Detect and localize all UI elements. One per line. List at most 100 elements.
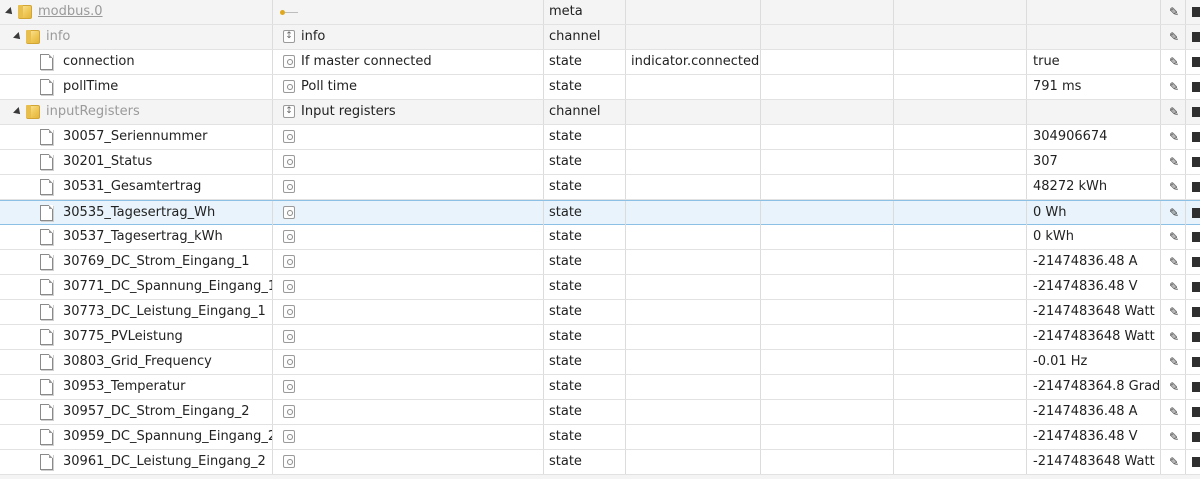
object-id: 30771_DC_Spannung_Eingang_1 [63,279,273,294]
tree-state-row[interactable]: 30771_DC_Spannung_Eingang_1 state -2147483… [0,275,1200,300]
delete-icon[interactable] [1192,107,1200,117]
object-type: state [549,329,582,344]
object-value-cell[interactable]: -21474836.48 V [1027,275,1161,299]
object-value-cell[interactable]: -21474836.48 A [1027,400,1161,424]
object-value-cell[interactable]: -214748364.8 Grad [1027,375,1161,399]
room-cell [761,400,894,424]
object-value: 48272 kWh [1033,179,1108,194]
delete-icon[interactable] [1192,182,1200,192]
edit-icon[interactable]: ✎ [1168,105,1180,119]
object-type-cell: state [544,375,626,399]
edit-icon[interactable]: ✎ [1168,405,1180,419]
edit-icon[interactable]: ✎ [1168,330,1180,344]
object-value-cell[interactable]: 0 Wh [1027,201,1161,225]
object-value: 0 kWh [1033,229,1075,244]
delete-icon[interactable] [1192,7,1200,17]
tree-state-row[interactable]: 30057_Seriennummer state 304906674 ✎ [0,125,1200,150]
tree-state-row[interactable]: 30953_Temperatur state -214748364.8 Grad ✎ [0,375,1200,400]
object-value: -21474836.48 V [1033,279,1138,294]
state-icon [283,305,295,318]
object-role-cell [626,25,761,49]
tree-state-row[interactable]: 30201_Status state 307 ✎ [0,150,1200,175]
edit-icon[interactable]: ✎ [1168,305,1180,319]
tree-state-row[interactable]: 30535_Tagesertrag_Wh state 0 Wh ✎ [0,200,1200,225]
object-value-cell[interactable]: -0.01 Hz [1027,350,1161,374]
object-type-cell: state [544,175,626,199]
delete-icon[interactable] [1192,332,1200,342]
object-value-cell[interactable]: -21474836.48 V [1027,425,1161,449]
edit-icon[interactable]: ✎ [1168,230,1180,244]
object-value-cell[interactable] [1027,0,1161,24]
edit-icon[interactable]: ✎ [1168,55,1180,69]
delete-icon[interactable] [1192,307,1200,317]
room-cell [761,0,894,24]
object-value-cell[interactable]: 791 ms [1027,75,1161,99]
delete-icon[interactable] [1192,82,1200,92]
tree-folder-row[interactable]: modbus.0 meta ✎ [0,0,1200,25]
delete-icon[interactable] [1192,257,1200,267]
edit-icon[interactable]: ✎ [1168,355,1180,369]
object-value-cell[interactable]: 304906674 [1027,125,1161,149]
tree-state-row[interactable]: 30769_DC_Strom_Eingang_1 state -21474836.4… [0,250,1200,275]
object-id: 30535_Tagesertrag_Wh [63,205,216,220]
object-role-cell: indicator.connected [626,50,761,74]
tree-folder-row[interactable]: info ↕ info channel ✎ [0,25,1200,50]
object-value-cell[interactable] [1027,100,1161,124]
edit-icon[interactable]: ✎ [1168,280,1180,294]
tree-state-row[interactable]: 30537_Tagesertrag_kWh state 0 kWh ✎ [0,225,1200,250]
edit-icon[interactable]: ✎ [1168,130,1180,144]
tree-state-row[interactable]: 30957_DC_Strom_Eingang_2 state -21474836.4… [0,400,1200,425]
state-icon [283,430,295,443]
tree-state-row[interactable]: connection If master connected state indica… [0,50,1200,75]
delete-icon[interactable] [1192,407,1200,417]
delete-icon[interactable] [1192,232,1200,242]
object-value-cell[interactable]: 48272 kWh [1027,175,1161,199]
expand-toggle-icon[interactable] [13,32,23,42]
edit-icon[interactable]: ✎ [1168,206,1180,220]
object-value-cell[interactable]: -2147483648 Watt [1027,450,1161,474]
tree-folder-row[interactable]: inputRegisters ↕ Input registers channel ✎ [0,100,1200,125]
delete-icon[interactable] [1192,282,1200,292]
tree-state-row[interactable]: 30961_DC_Leistung_Eingang_2 state -2147483… [0,450,1200,475]
tree-state-row[interactable]: pollTime Poll time state 791 ms ✎ [0,75,1200,100]
object-value-cell[interactable]: 307 [1027,150,1161,174]
delete-icon[interactable] [1192,457,1200,467]
delete-icon[interactable] [1192,132,1200,142]
edit-icon[interactable]: ✎ [1168,30,1180,44]
object-value-cell[interactable]: 0 kWh [1027,225,1161,249]
object-value-cell[interactable]: true [1027,50,1161,74]
delete-icon[interactable] [1192,357,1200,367]
object-value-cell[interactable] [1027,25,1161,49]
delete-icon[interactable] [1192,57,1200,67]
object-type-cell: state [544,75,626,99]
delete-icon[interactable] [1192,432,1200,442]
edit-icon[interactable]: ✎ [1168,180,1180,194]
edit-icon[interactable]: ✎ [1168,255,1180,269]
tree-state-row[interactable]: 30531_Gesamtertrag state 48272 kWh ✎ [0,175,1200,200]
file-icon [40,79,53,95]
channel-icon: ↕ [283,30,295,43]
tree-state-row[interactable]: 30773_DC_Leistung_Eingang_1 state -2147483… [0,300,1200,325]
edit-icon[interactable]: ✎ [1168,5,1180,19]
object-value-cell[interactable]: -21474836.48 A [1027,250,1161,274]
object-name-cell [273,125,544,149]
object-value-cell[interactable]: -2147483648 Watt [1027,300,1161,324]
object-value-cell[interactable]: -2147483648 Watt [1027,325,1161,349]
object-id: 30531_Gesamtertrag [63,179,202,194]
object-name-cell [273,375,544,399]
tree-state-row[interactable]: 30959_DC_Spannung_Eingang_2 state -2147483… [0,425,1200,450]
expand-toggle-icon[interactable] [13,107,23,117]
object-description: Poll time [301,79,358,94]
tree-state-row[interactable]: 30775_PVLeistung state -2147483648 Watt ✎ [0,325,1200,350]
delete-icon[interactable] [1192,382,1200,392]
edit-icon[interactable]: ✎ [1168,380,1180,394]
tree-state-row[interactable]: 30803_Grid_Frequency state -0.01 Hz ✎ [0,350,1200,375]
expand-toggle-icon[interactable] [5,7,15,17]
delete-icon[interactable] [1192,32,1200,42]
edit-icon[interactable]: ✎ [1168,155,1180,169]
delete-icon[interactable] [1192,208,1200,218]
edit-icon[interactable]: ✎ [1168,80,1180,94]
delete-icon[interactable] [1192,157,1200,167]
edit-icon[interactable]: ✎ [1168,430,1180,444]
edit-icon[interactable]: ✎ [1168,455,1180,469]
